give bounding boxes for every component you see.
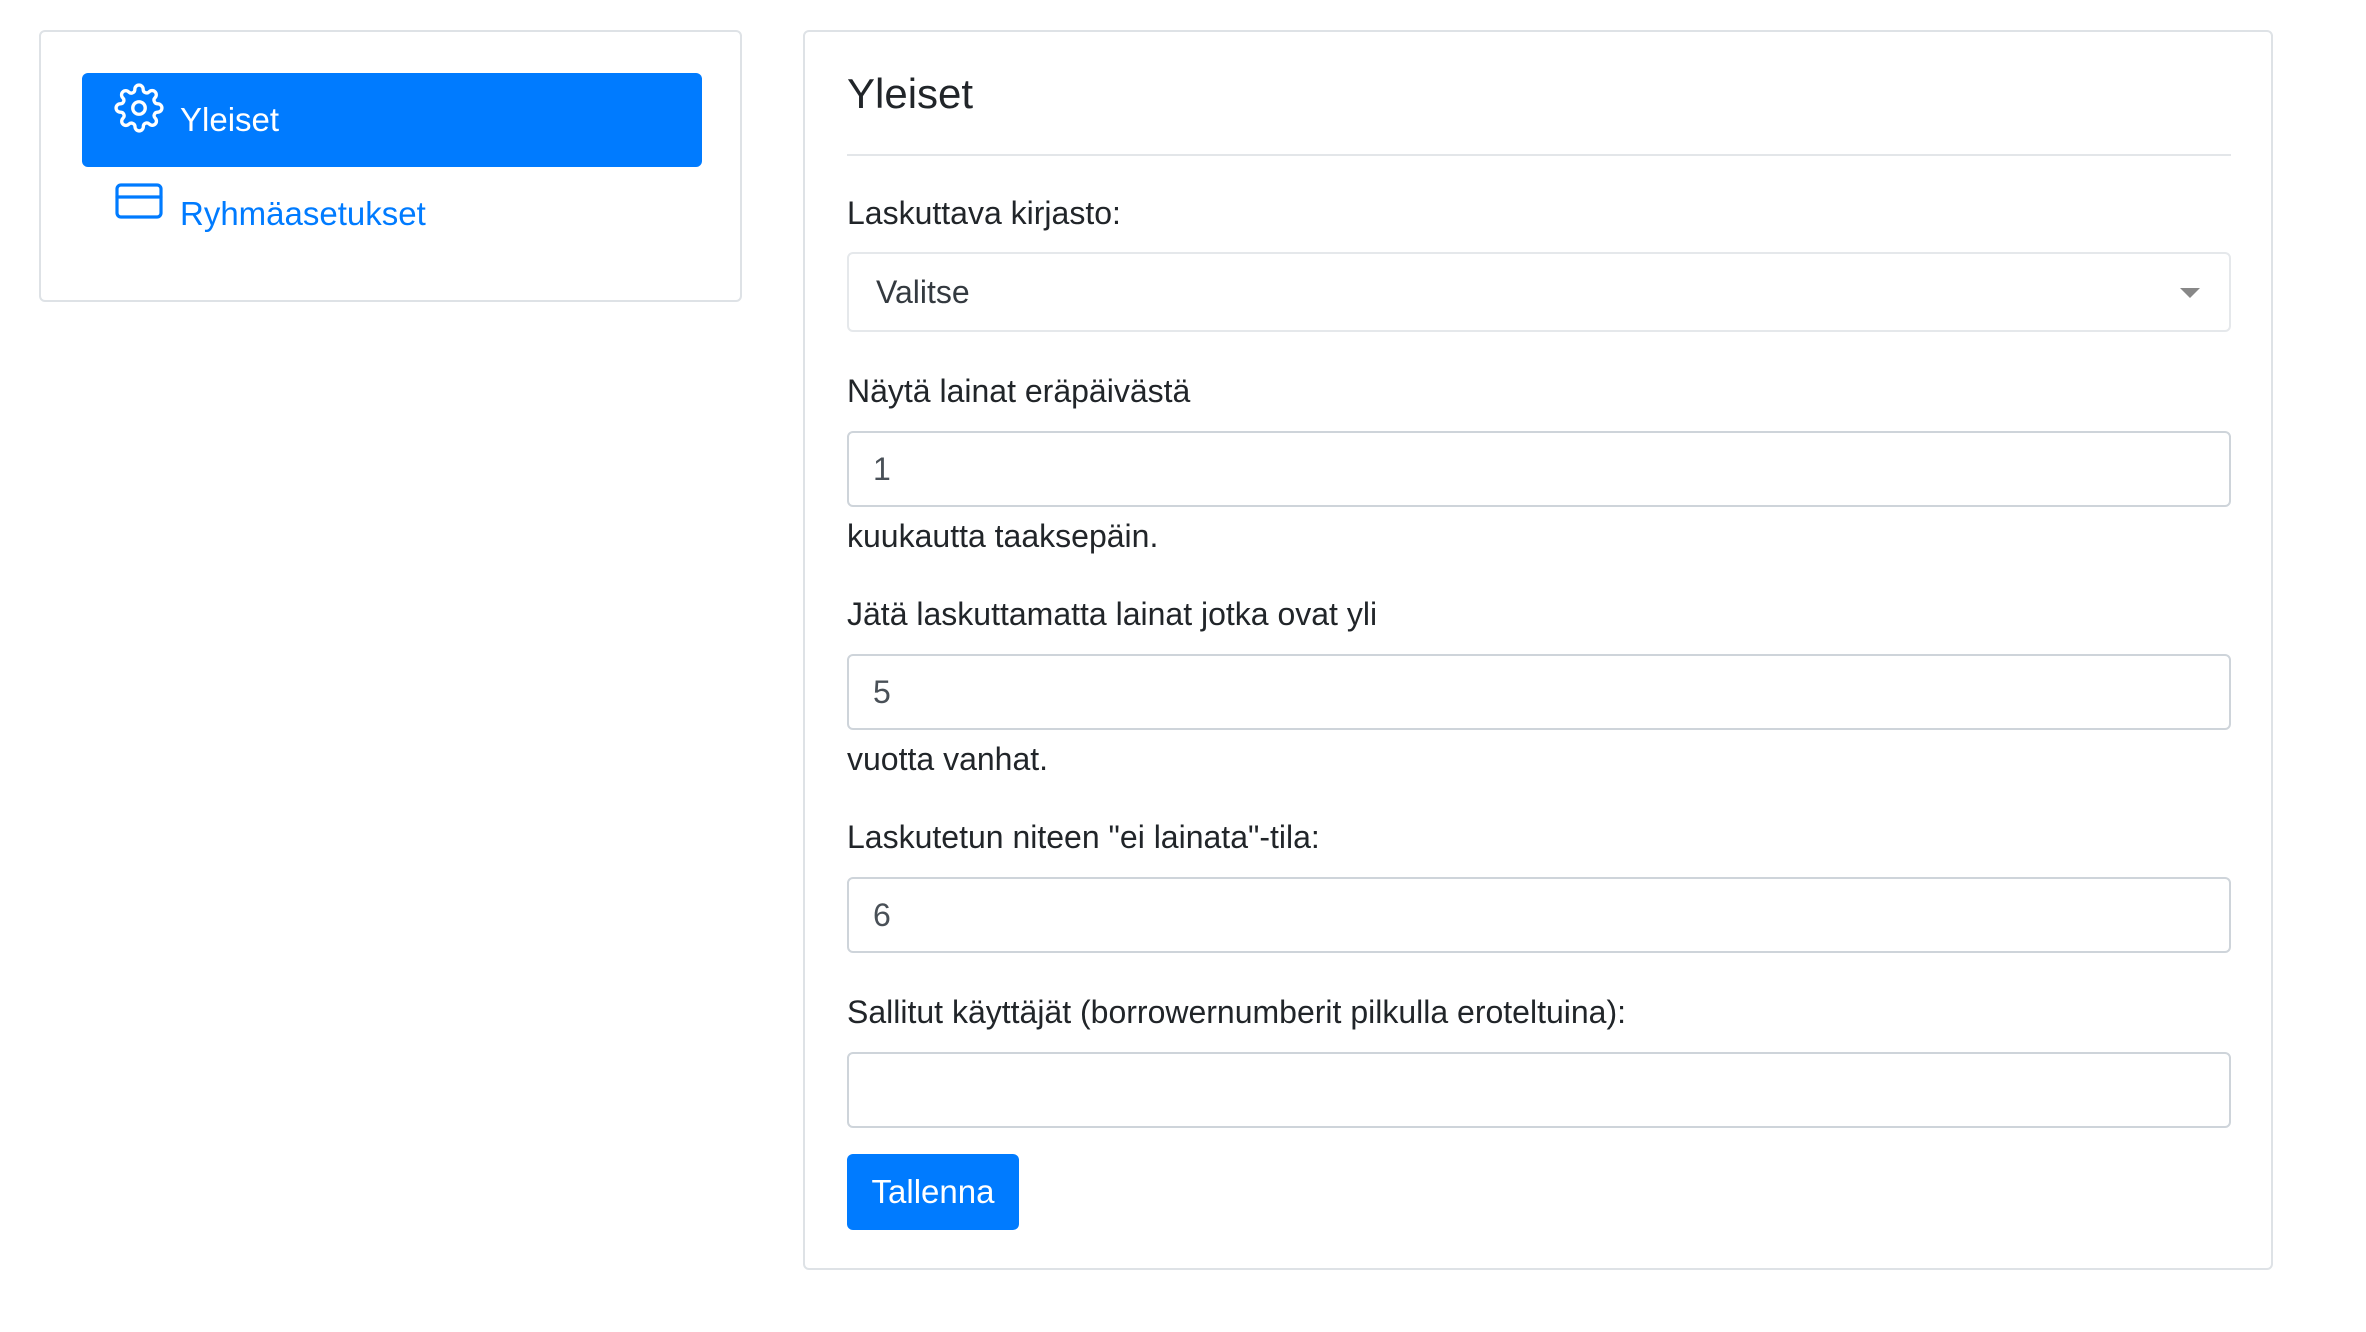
show-loans-label: Näytä lainat eräpäivästä — [847, 373, 1191, 409]
billing-library-selected-value: Valitse — [876, 273, 970, 310]
settings-card: Yleiset Laskuttava kirjasto: Valitse Näy… — [803, 30, 2273, 1270]
sidebar-item-label: Yleiset — [180, 101, 280, 138]
not-for-loan-input[interactable] — [847, 877, 2231, 953]
show-loans-months-input[interactable] — [847, 431, 2231, 507]
gear-icon — [114, 83, 164, 133]
credit-card-icon — [114, 181, 164, 231]
skip-loans-label: Jätä laskuttamatta lainat jotka ovat yli — [847, 596, 1378, 632]
allowed-users-label: Sallitut käyttäjät (borrowernumberit pil… — [847, 994, 1627, 1030]
billing-library-label: Laskuttava kirjasto: — [847, 195, 1121, 231]
skip-loans-years-input[interactable] — [847, 654, 2231, 730]
skip-loans-suffix: vuotta vanhat. — [847, 741, 1049, 777]
billing-library-select[interactable]: Valitse — [847, 252, 2231, 332]
page-title: Yleiset — [847, 70, 974, 117]
save-button[interactable]: Tallenna — [847, 1154, 1019, 1230]
show-loans-suffix: kuukautta taaksepäin. — [847, 518, 1159, 554]
allowed-users-input[interactable] — [847, 1052, 2231, 1128]
sidebar-card: Yleiset Ryhmäasetukset — [39, 30, 742, 302]
sidebar-item-label: Ryhmäasetukset — [180, 195, 426, 232]
sidebar-item-group-settings[interactable]: Ryhmäasetukset — [82, 167, 702, 261]
title-divider — [847, 154, 2231, 156]
chevron-down-icon — [2180, 288, 2200, 298]
sidebar-item-general[interactable]: Yleiset — [82, 73, 702, 167]
not-for-loan-label: Laskutetun niteen "ei lainata"-tila: — [847, 819, 1320, 855]
